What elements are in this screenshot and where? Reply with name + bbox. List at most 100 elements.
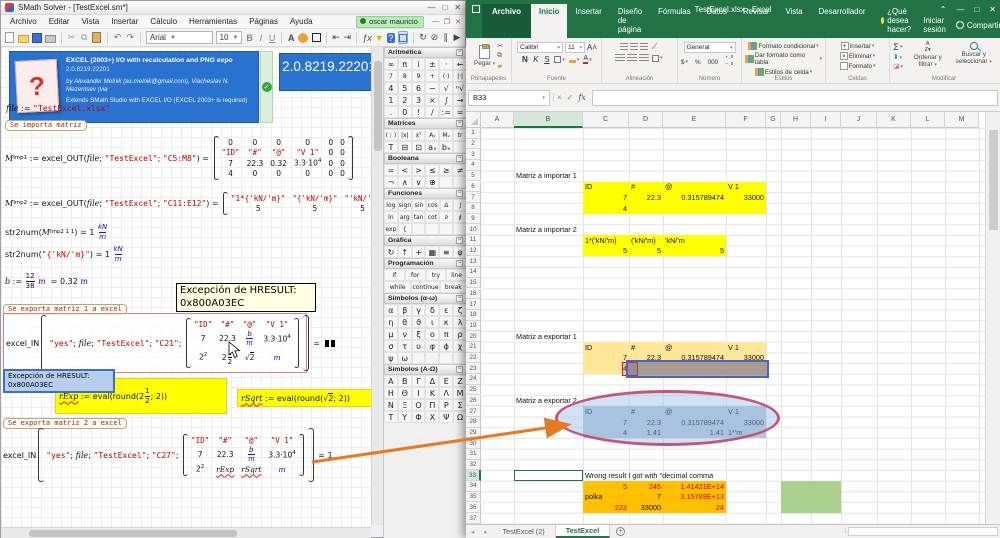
palette-symbol[interactable]: |x| bbox=[398, 129, 412, 141]
palette-symbol[interactable]: ↻ bbox=[384, 246, 398, 258]
collapse-icon[interactable]: − bbox=[456, 120, 463, 127]
collapse-icon[interactable]: − bbox=[456, 237, 463, 244]
row-header-37[interactable]: 37 bbox=[466, 513, 481, 524]
row-header-27[interactable]: 27 bbox=[466, 406, 481, 417]
align-center-icon[interactable] bbox=[627, 54, 637, 62]
cell-C35[interactable]: polka bbox=[583, 492, 629, 503]
menu-item-cálculo[interactable]: Cálculo bbox=[145, 16, 182, 27]
column-header-E[interactable]: E bbox=[663, 112, 726, 128]
excel-maximize-button[interactable]: □ bbox=[974, 5, 979, 14]
palette-symbol[interactable]: Λ bbox=[439, 387, 453, 399]
palette-symbol[interactable]: χ bbox=[453, 340, 467, 352]
cell-E36[interactable]: 24 bbox=[663, 503, 726, 514]
row-header-2[interactable]: 2 bbox=[466, 139, 481, 150]
palette-symbol[interactable]: 7 bbox=[384, 70, 398, 82]
collapse-icon[interactable]: − bbox=[456, 295, 463, 302]
select-all-corner[interactable] bbox=[466, 112, 481, 128]
palette-symbol[interactable]: φ bbox=[425, 340, 439, 352]
equation-import-matrix-2[interactable]: MImp2 := excel_OUT(file; "TestExcel"; "C… bbox=[5, 189, 371, 217]
ribbon-options-icon[interactable]: ⌃ bbox=[940, 5, 947, 14]
row-header-7[interactable]: 7 bbox=[466, 192, 481, 203]
palette-symbol[interactable]: > bbox=[412, 164, 426, 176]
cell-E34[interactable]: 1.41421E+14 bbox=[663, 481, 726, 492]
insert-function-icon[interactable]: fx bbox=[578, 93, 585, 102]
open-file-button[interactable] bbox=[18, 31, 29, 44]
align-left-icon[interactable] bbox=[615, 54, 625, 62]
palette-symbol[interactable]: . bbox=[384, 106, 398, 118]
palette-symbol[interactable]: ν bbox=[398, 328, 412, 340]
smath-horizontal-scrollbar[interactable] bbox=[1, 527, 371, 538]
copy-icon[interactable]: ⧉ bbox=[497, 52, 503, 60]
row-header-22[interactable]: 22 bbox=[466, 353, 481, 364]
clear-button[interactable]: ◪▾ bbox=[892, 63, 903, 70]
column-header-M[interactable]: M bbox=[945, 112, 979, 128]
borders-button[interactable]: ▾ bbox=[553, 56, 566, 63]
selected-region-border[interactable]: excel_IN"yes"; file; "TestExcel"; "C21";… bbox=[3, 313, 307, 373]
palette-symbol[interactable]: ∮ bbox=[453, 211, 467, 223]
row-header-18[interactable]: 18 bbox=[466, 310, 481, 321]
palette-symbol[interactable]: γ bbox=[412, 304, 426, 316]
palette-symbol[interactable]: + bbox=[412, 246, 426, 258]
palette-symbol[interactable]: log bbox=[384, 199, 398, 211]
cut-icon[interactable]: ✂ bbox=[497, 42, 503, 50]
column-header-D[interactable]: D bbox=[629, 112, 663, 128]
smath-worksheet[interactable]: ? EXCEL (2003+) I/O with recalculation a… bbox=[1, 47, 371, 527]
grow-font-button[interactable]: A˄ bbox=[587, 43, 596, 52]
palette-symbol[interactable]: Σ bbox=[453, 399, 467, 411]
palette-symbol[interactable]: σ bbox=[384, 340, 398, 352]
row-header-36[interactable]: 36 bbox=[466, 503, 481, 514]
ribbon-tab-inicio[interactable]: Inicio bbox=[531, 4, 567, 38]
palette-symbol[interactable]: μ bbox=[384, 328, 398, 340]
cell-E35[interactable]: 3.15789E+13 bbox=[663, 492, 726, 503]
share-button[interactable]: Compartir bbox=[956, 21, 1000, 30]
cell-C36[interactable]: 223 bbox=[583, 503, 629, 514]
palette-symbol[interactable]: ∨ bbox=[412, 176, 426, 188]
palette-symbol[interactable]: 9 bbox=[412, 70, 426, 82]
stop-button[interactable]: ⊘ bbox=[430, 32, 438, 43]
copy-button[interactable]: ⧉ bbox=[79, 31, 89, 44]
palette-symbol[interactable]: η bbox=[384, 316, 398, 328]
palette-symbol[interactable]: < bbox=[398, 164, 412, 176]
align-top-icon[interactable] bbox=[620, 43, 628, 51]
palette-symbol[interactable]: 3 bbox=[412, 94, 426, 106]
palette-symbol[interactable]: ζ bbox=[453, 304, 467, 316]
row-header-25[interactable]: 25 bbox=[466, 385, 481, 396]
paste-button[interactable]: Pegar ▾ bbox=[474, 45, 495, 67]
palette-symbol[interactable]: Ξ bbox=[398, 399, 412, 411]
ribbon-tab-fórmulas[interactable]: Fórmulas bbox=[650, 4, 699, 38]
equation-rsqrt[interactable]: rSqrt := eval(round(√2; 2)) bbox=[241, 394, 350, 403]
column-header-C[interactable]: C bbox=[583, 112, 629, 128]
row-header-8[interactable]: 8 bbox=[466, 203, 481, 214]
ribbon-tab-archivo[interactable]: Archivo bbox=[482, 4, 531, 38]
palette-symbol[interactable]: Ψ bbox=[439, 411, 453, 423]
palette-symbol[interactable]: Ρ bbox=[439, 399, 453, 411]
palette-symbol[interactable]: 2 bbox=[398, 94, 412, 106]
column-header-A[interactable]: A bbox=[481, 112, 514, 128]
cancel-icon[interactable]: × bbox=[557, 93, 562, 102]
palette-symbol[interactable]: 5 bbox=[398, 82, 412, 94]
palette-symbol[interactable]: ο bbox=[425, 328, 439, 340]
print-button[interactable] bbox=[45, 31, 56, 44]
column-header-H[interactable]: H bbox=[781, 112, 811, 128]
palette-symbol[interactable]: κ bbox=[439, 316, 453, 328]
cell-D36[interactable]: 33000 bbox=[629, 503, 663, 514]
menu-item-vista[interactable]: Vista bbox=[77, 16, 105, 27]
palette-symbol[interactable]: := bbox=[439, 106, 453, 118]
cell-B20[interactable]: Matriz a exportar 1 bbox=[514, 331, 583, 342]
palette-symbol[interactable]: tan bbox=[412, 211, 426, 223]
palette-symbol[interactable]: ρ bbox=[453, 328, 467, 340]
redo-button[interactable]: ↷ bbox=[125, 31, 135, 44]
palette-symbol[interactable]: Mᵥ bbox=[439, 129, 453, 141]
row-header-11[interactable]: 11 bbox=[466, 235, 481, 246]
doc-restore-button[interactable]: ❐ bbox=[444, 18, 450, 26]
palette-symbol[interactable]: 8 bbox=[398, 70, 412, 82]
palette-symbol[interactable]: Ζ bbox=[453, 375, 467, 387]
smath-maximize-button[interactable]: □ bbox=[442, 3, 447, 12]
highlight-rsqrt[interactable]: rSqrt := eval(round(√2; 2)) bbox=[237, 389, 371, 407]
column-header-L[interactable]: L bbox=[911, 112, 945, 128]
equation-export-matrix-1[interactable]: excel_IN"yes"; file; "TestExcel"; "C21";… bbox=[6, 315, 335, 371]
cell-D34[interactable]: 245 bbox=[629, 481, 663, 492]
palette-symbol[interactable]: 6 bbox=[412, 82, 426, 94]
percent-button[interactable]: % bbox=[694, 59, 702, 66]
row-header-1[interactable]: 1 bbox=[466, 128, 481, 139]
